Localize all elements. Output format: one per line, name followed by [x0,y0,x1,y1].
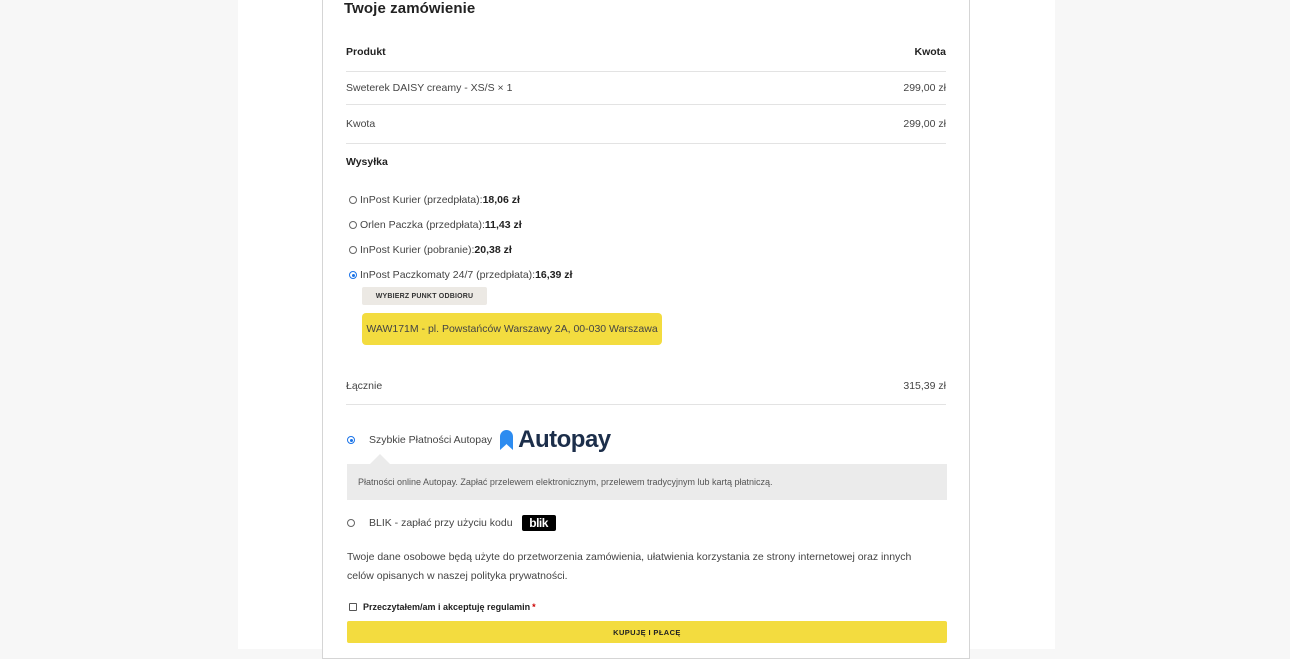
shipping-option-label: Orlen Paczka (przedpłata): [360,219,485,231]
page: Twoje zamówienie Produkt Kwota Sweterek … [238,0,1055,659]
item-name: Sweterek DAISY creamy - XS/S × 1 [346,82,513,94]
subtotal-label: Kwota [346,118,376,130]
buy-and-pay-button[interactable]: KUPUJĘ I PŁACĘ [347,621,947,643]
terms-checkbox-row[interactable]: Przeczytałem/am i akceptuję regulamin * [349,602,536,612]
required-mark: * [532,602,536,612]
shipping-option-label: InPost Paczkomaty 24/7 (przedpłata): [360,269,536,281]
total-row: Łącznie 315,39 zł [346,380,946,392]
radio-button-selected[interactable] [347,436,355,444]
radio-button[interactable] [347,519,355,527]
autopay-logo: Autopay [500,426,611,454]
shipping-option-price: 11,43 zł [484,219,522,231]
shipping-option-inpost-courier-prepaid[interactable]: InPost Kurier (przedpłata): 18,06 zł [349,194,520,206]
divider [346,404,946,405]
order-title: Twoje zamówienie [344,0,476,17]
shipping-option-label: InPost Kurier (przedpłata): [360,194,483,206]
item-price: 299,00 zł [903,82,946,94]
shipping-label: Wysyłka [346,156,388,168]
divider [346,71,946,72]
order-review-panel: Twoje zamówienie Produkt Kwota Sweterek … [322,0,970,659]
shipping-option-inpost-courier-cod[interactable]: InPost Kurier (pobranie): 20,38 zł [349,244,512,256]
radio-button-selected[interactable] [349,271,357,279]
total-label: Łącznie [346,380,383,392]
selected-pickup-point: WAW171M - pl. Powstańców Warszawy 2A, 00… [362,313,662,345]
shipping-option-price: 20,38 zł [474,244,512,256]
terms-checkbox[interactable] [349,603,357,611]
col-amount-header: Kwota [914,46,947,58]
shipping-option-orlen-prepaid[interactable]: Orlen Paczka (przedpłata): 11,43 zł [349,219,522,231]
privacy-line: Twoje dane osobowe będą użyte do przetwo… [347,551,912,563]
divider [346,143,946,144]
shipping-option-inpost-paczkomaty[interactable]: InPost Paczkomaty 24/7 (przedpłata): 16,… [349,269,572,281]
privacy-line: celów opisanych w naszej polityka prywat… [347,570,568,582]
payment-option-label: Szybkie Płatności Autopay [369,434,493,446]
divider [346,104,946,105]
blik-logo: blik [521,515,556,531]
subtotal-value: 299,00 zł [903,118,946,130]
total-value: 315,39 zł [903,380,946,392]
radio-button[interactable] [349,196,357,204]
order-item-row: Sweterek DAISY creamy - XS/S × 1 299,00 … [346,82,946,94]
description-pointer [370,454,390,464]
shipping-option-label: InPost Kurier (pobranie): [360,244,475,256]
autopay-logo-text: Autopay [518,426,611,453]
shipping-option-price: 18,06 zł [482,194,520,206]
radio-button[interactable] [349,221,357,229]
privacy-notice: Twoje dane osobowe będą użyte do przetwo… [347,548,947,586]
radio-button[interactable] [349,246,357,254]
order-table-header: Produkt Kwota [346,46,946,58]
payment-option-blik[interactable]: BLIK - zapłać przy użyciu kodu blik [347,515,556,531]
autopay-icon [500,430,514,450]
subtotal-row: Kwota 299,00 zł [346,118,946,130]
choose-pickup-point-button[interactable]: WYBIERZ PUNKT ODBIORU [362,287,487,305]
autopay-description: Płatności online Autopay. Zapłać przelew… [347,464,947,500]
payment-option-label: BLIK - zapłać przy użyciu kodu [369,517,513,529]
shipping-option-price: 16,39 zł [535,269,573,281]
terms-label: Przeczytałem/am i akceptuję regulamin [363,602,531,612]
payment-option-autopay[interactable]: Szybkie Płatności Autopay Autopay [347,426,611,454]
col-product-header: Produkt [346,46,386,58]
